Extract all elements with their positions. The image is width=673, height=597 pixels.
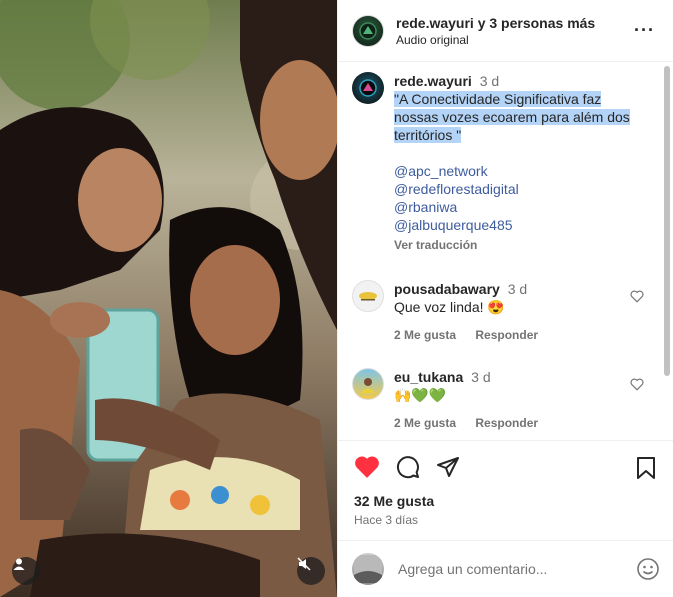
video-frame [0, 0, 337, 597]
current-user-avatar [352, 553, 384, 585]
comment-time[interactable]: 3 d [471, 369, 490, 385]
reply-button[interactable]: Responder [475, 416, 538, 430]
emoji-icon[interactable] [636, 557, 660, 581]
caption-username[interactable]: rede.wayuri [394, 73, 472, 89]
pousada-logo-icon [359, 292, 377, 301]
mute-button[interactable] [297, 557, 325, 585]
post-caption: rede.wayuri 3 d "A Conectividade Signifi… [352, 72, 660, 254]
comments-list[interactable]: rede.wayuri 3 d "A Conectividade Signifi… [338, 62, 673, 440]
comment-username[interactable]: pousadabawary [394, 281, 500, 297]
comment-username[interactable]: eu_tukana [394, 369, 463, 385]
tagged-users-button[interactable] [12, 557, 40, 585]
commenter-avatar[interactable] [352, 368, 384, 400]
caption-text: "A Conectividade Significativa faz nossa… [394, 91, 630, 143]
share-icon[interactable] [436, 455, 460, 479]
heart-outline-icon[interactable] [630, 378, 644, 391]
author-avatar[interactable] [352, 14, 384, 47]
comments-scrollbar[interactable] [664, 66, 670, 376]
comment-text: 🙌💚💚 [394, 387, 447, 403]
comment-icon[interactable] [396, 455, 420, 479]
post-video[interactable] [0, 0, 337, 597]
bookmark-icon[interactable] [636, 457, 656, 479]
post-side-panel: rede.wayuri y 3 personas más Audio origi… [337, 0, 673, 597]
caption-time[interactable]: 3 d [480, 73, 499, 89]
audio-link[interactable]: Audio original [396, 33, 595, 47]
comment-composer: Agrega un comentario... [338, 540, 673, 597]
mention-link[interactable]: @redeflorestadigital [394, 180, 639, 198]
comment-item: pousadabawary 3 d Que voz linda! 😍 2 Me … [352, 280, 660, 344]
comment-item: eu_tukana 3 d 🙌💚💚 2 Me gusta Responder [352, 368, 660, 432]
mention-link[interactable]: @rbaniwa [394, 198, 639, 216]
commenter-avatar[interactable] [352, 280, 384, 312]
more-dots-icon[interactable]: ··· [634, 20, 655, 41]
likes-count[interactable]: 32 Me gusta [354, 493, 658, 509]
see-translation-link[interactable]: Ver traducción [394, 236, 639, 254]
comment-input[interactable]: Agrega un comentario... [398, 561, 636, 577]
comment-text: Que voz linda! 😍 [394, 299, 505, 315]
user-photo-icon [361, 378, 375, 393]
wayuri-logo-icon [359, 21, 377, 40]
user-icon [13, 558, 25, 570]
mention-link[interactable]: @apc_network [394, 162, 639, 180]
caption-avatar[interactable] [352, 72, 384, 104]
speaker-muted-icon [297, 557, 311, 571]
heart-outline-icon[interactable] [630, 290, 644, 303]
post-date[interactable]: Hace 3 días [354, 513, 658, 527]
post-header: rede.wayuri y 3 personas más Audio origi… [338, 0, 673, 62]
mention-link[interactable]: @jalbuquerque485 [394, 216, 639, 234]
comment-time[interactable]: 3 d [508, 281, 527, 297]
post-actions: 32 Me gusta Hace 3 días [338, 440, 673, 540]
wayuri-logo-icon [359, 79, 377, 97]
comment-likes[interactable]: 2 Me gusta [394, 416, 456, 430]
comment-likes[interactable]: 2 Me gusta [394, 328, 456, 342]
profile-photo-icon [354, 555, 382, 583]
reply-button[interactable]: Responder [475, 328, 538, 342]
heart-filled-icon[interactable] [354, 455, 380, 479]
post-authors[interactable]: rede.wayuri y 3 personas más [396, 15, 595, 31]
